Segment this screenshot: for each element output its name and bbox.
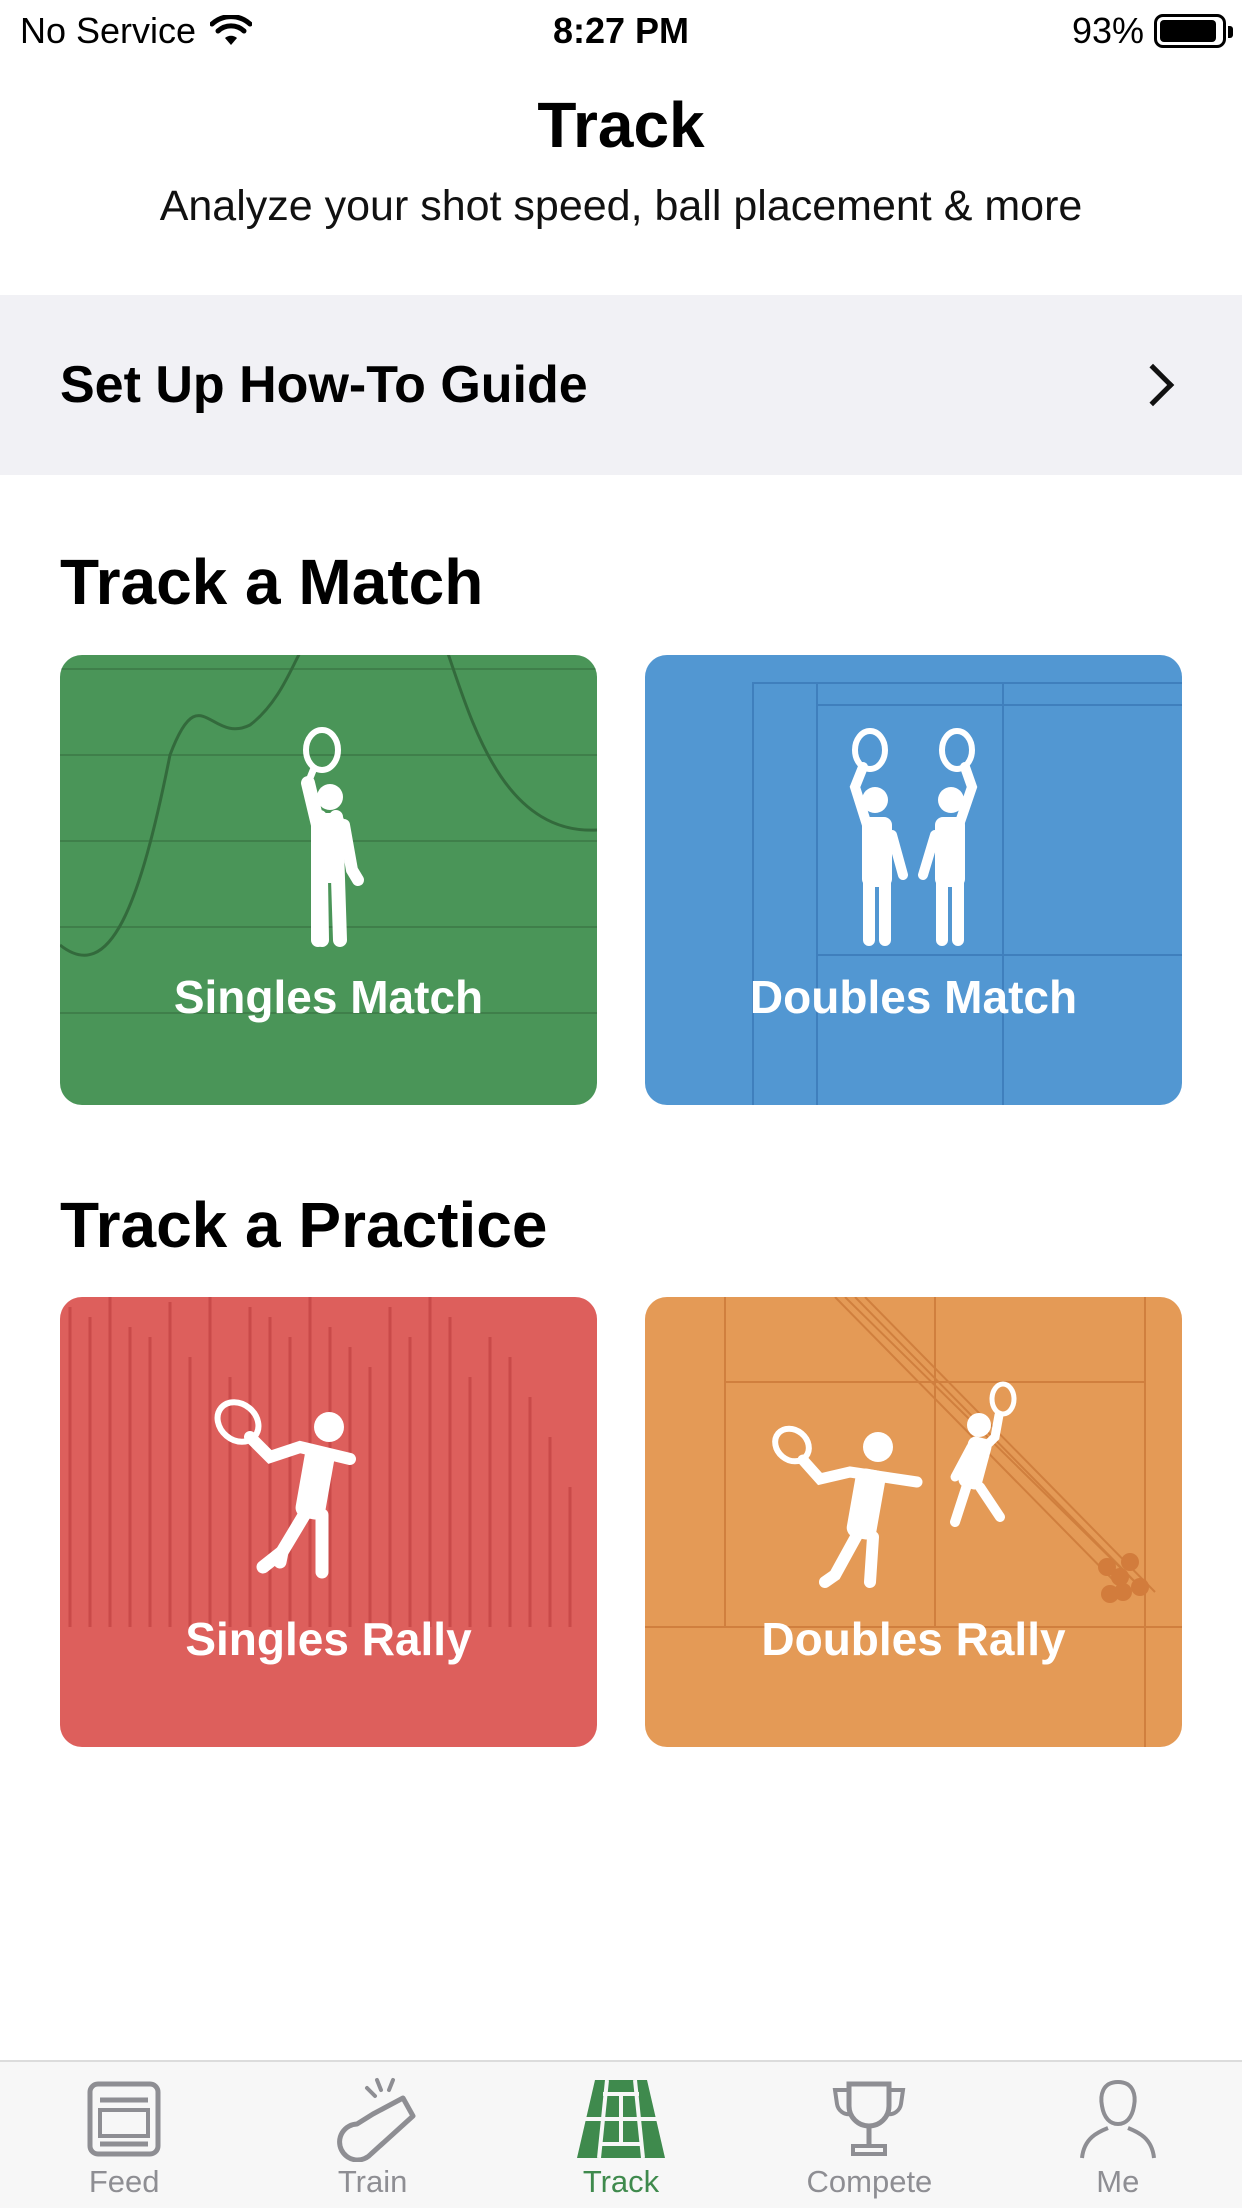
doubles-rally-card[interactable]: Doubles Rally: [645, 1297, 1182, 1747]
page-title: Track: [537, 89, 705, 161]
doubles-match-label: Doubles Match: [749, 971, 1078, 1023]
tab-feed-label: Feed: [88, 2164, 160, 2199]
doubles-players-icon: [849, 728, 978, 946]
tab-me[interactable]: Me: [994, 2062, 1242, 2208]
tab-track[interactable]: Track: [497, 2062, 745, 2208]
tab-compete-label: Compete: [806, 2164, 933, 2199]
doubles-rally-label: Doubles Rally: [761, 1613, 1066, 1665]
page-subtitle: Analyze your shot speed, ball placement …: [159, 182, 1083, 230]
doubles-match-card[interactable]: Doubles Match: [645, 655, 1182, 1105]
singles-match-label: Singles Match: [173, 971, 484, 1023]
setup-guide-row[interactable]: Set Up How-To Guide: [0, 295, 1242, 475]
battery-tip: [1228, 26, 1233, 38]
status-bar: No Service 8:27 PM 93%: [0, 0, 1242, 62]
trophy-icon: [833, 2081, 906, 2156]
singles-rally-card[interactable]: Singles Rally: [60, 1297, 597, 1747]
battery-fill: [1160, 20, 1216, 42]
match-section-title: Track a Match: [60, 546, 484, 618]
tab-bar: Feed Train Track Compete Me: [0, 2060, 1242, 2208]
status-right: 93%: [1071, 10, 1233, 52]
tab-compete[interactable]: Compete: [745, 2062, 993, 2208]
battery-icon: [1154, 14, 1233, 48]
tab-train[interactable]: Train: [248, 2062, 496, 2208]
feed-icon: [87, 2081, 161, 2157]
rally-player-icon: [214, 1399, 356, 1579]
doubles-rally-icon: [772, 1381, 1017, 1588]
singles-rally-label: Singles Rally: [185, 1613, 472, 1665]
profile-icon: [1079, 2079, 1156, 2159]
tab-feed[interactable]: Feed: [0, 2062, 248, 2208]
tab-train-label: Train: [337, 2164, 408, 2199]
practice-section-title: Track a Practice: [60, 1189, 548, 1261]
tab-track-label: Track: [582, 2164, 660, 2199]
chevron-right-icon: [1131, 363, 1175, 407]
singles-match-card[interactable]: Singles Match: [60, 655, 597, 1105]
battery-percent: 93%: [1071, 10, 1144, 51]
setup-guide-label: Set Up How-To Guide: [60, 356, 588, 414]
singles-player-icon: [301, 727, 364, 947]
tab-me-label: Me: [1096, 2164, 1140, 2199]
court-icon: [577, 2079, 666, 2159]
whistle-icon: [336, 2078, 416, 2162]
status-time: 8:27 PM: [552, 10, 690, 51]
